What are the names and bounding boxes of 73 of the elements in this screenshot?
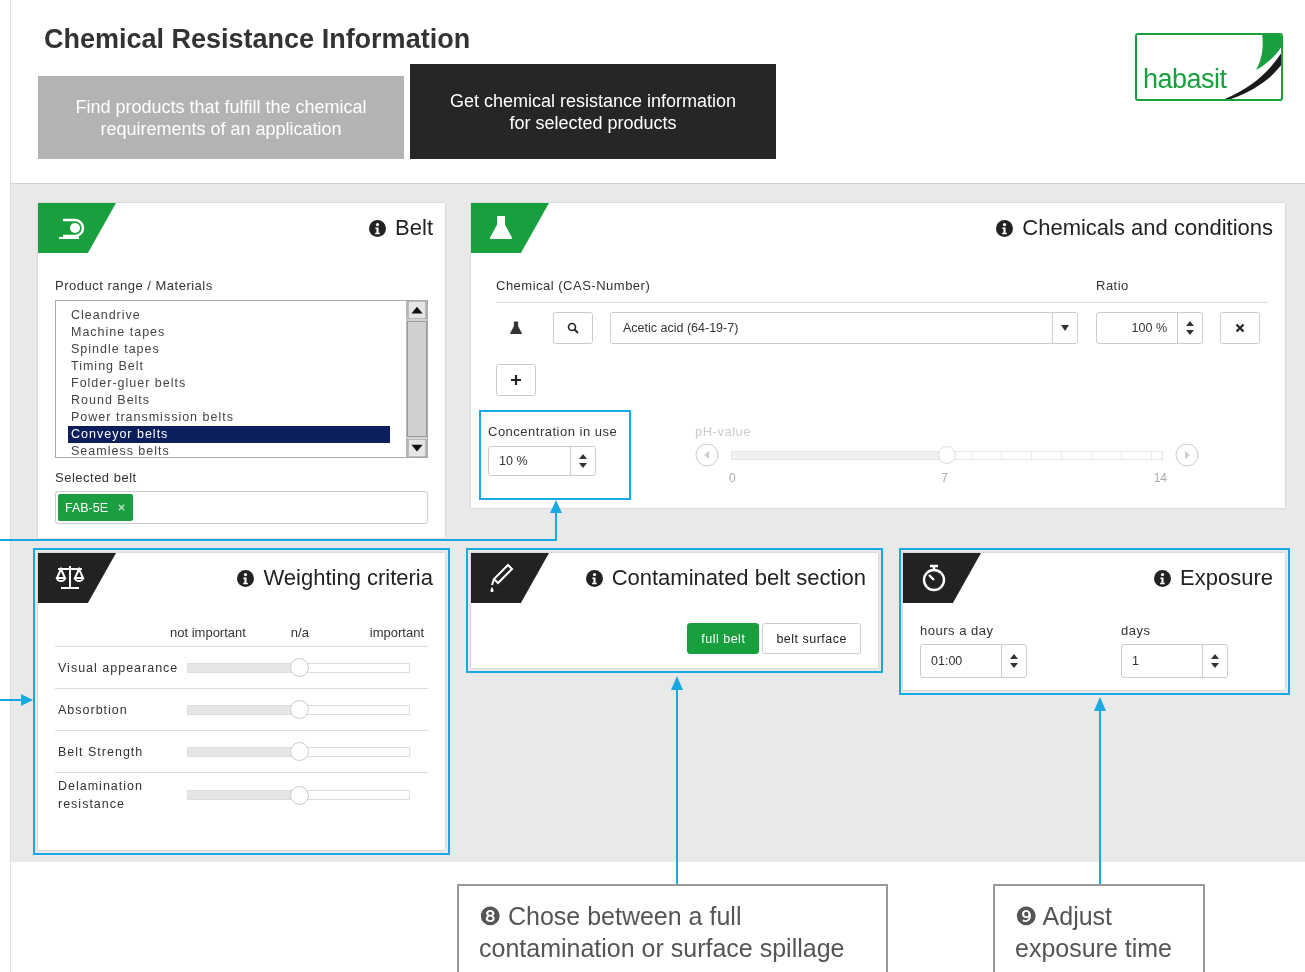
scale-label: not important (170, 625, 246, 640)
slider-thumb[interactable] (290, 700, 309, 719)
concentration-spinner[interactable]: 10 % (488, 446, 596, 476)
panel-title: Belt (395, 215, 433, 241)
panel-title: Contaminated belt section (611, 565, 866, 591)
scale-label: n/a (290, 625, 309, 640)
field-label: hours a day (920, 623, 995, 638)
mode-tab[interactable]: Get chemical resistance information for selected products (410, 64, 776, 159)
page-title: Chemical Resistance Information (43, 23, 472, 56)
list-item[interactable]: Seamless belts (68, 443, 390, 460)
search-icon (567, 322, 579, 334)
scroll-down-icon[interactable] (407, 439, 427, 457)
flask-icon (488, 215, 514, 241)
scale-label: important (369, 625, 424, 640)
field-label: Selected belt (55, 470, 138, 485)
number-spinner[interactable]: 1 (1121, 644, 1228, 678)
dropper-icon (488, 563, 514, 593)
list-item[interactable]: Cleandrive (68, 307, 390, 324)
add-button[interactable] (496, 364, 536, 396)
list-item[interactable]: Spindle tapes (68, 341, 390, 358)
chemical-select[interactable]: Acetic acid (64-19-7) (610, 312, 1078, 344)
ratio-spinner[interactable]: 100 % (1096, 312, 1203, 344)
close-icon[interactable] (117, 503, 127, 512)
product-list[interactable]: Cleandrive Machine tapes Spindle tapes Timing Belt Folder-gluer belts Round Belts Power transmission belts Conveyor belts Seamless belts (55, 300, 428, 458)
info-icon[interactable] (369, 219, 387, 237)
list-item[interactable]: Timing Belt (68, 358, 390, 375)
plus-icon (510, 374, 522, 386)
slider-thumb[interactable] (290, 742, 309, 761)
slider-thumb[interactable] (290, 785, 309, 805)
tick-label: 14 (1153, 471, 1167, 485)
scroll-up-icon[interactable] (407, 301, 427, 319)
info-icon[interactable] (585, 569, 603, 587)
field-label: Concentration in use (488, 424, 619, 439)
field-label: Product range / Materials (55, 278, 214, 293)
panel-title: Weighting criteria (263, 565, 433, 591)
callout-note: ❾ Adjust exposure time (993, 884, 1205, 972)
scrollbar[interactable] (406, 301, 427, 457)
list-item[interactable]: Round Belts (68, 392, 390, 409)
criterion-label: Belt Strength (58, 743, 145, 761)
criterion-label: Delamination resistance (58, 778, 144, 813)
tick-label: 0 (729, 471, 736, 485)
search-button[interactable] (553, 312, 593, 344)
slider-thumb[interactable] (290, 658, 309, 677)
close-icon (1235, 323, 1245, 333)
number-spinner[interactable]: 01:00 (920, 644, 1027, 678)
info-icon[interactable] (996, 219, 1014, 237)
column-header: Ratio (1096, 278, 1129, 293)
callout-note: ❽ Chose between a full contamination or surface spillage (457, 884, 888, 972)
field-label: days (1121, 623, 1152, 638)
panel-title: Exposure (1180, 565, 1273, 591)
tick-label: 7 (941, 471, 948, 485)
caret-down-icon (1061, 325, 1069, 331)
section-option-button[interactable]: belt surface (762, 623, 861, 654)
list-item[interactable]: Conveyor belts (68, 426, 390, 443)
stepper-icon[interactable] (1010, 654, 1018, 668)
column-header: Chemical (CAS-Number) (496, 278, 652, 293)
stepper-icon[interactable] (579, 454, 587, 468)
stepper-icon[interactable] (1186, 321, 1194, 335)
info-icon[interactable] (237, 569, 255, 587)
info-icon[interactable] (1154, 569, 1172, 587)
scale-icon (55, 564, 85, 592)
stopwatch-icon (920, 563, 948, 593)
criterion-label: Absorbtion (58, 701, 129, 719)
logo: habasit (1135, 33, 1283, 101)
criterion-label: Visual appearance (58, 659, 180, 677)
flask-icon (509, 321, 523, 335)
remove-button[interactable] (1220, 312, 1260, 344)
selected-belt-field[interactable]: FAB-5E (55, 491, 428, 524)
panel-title: Chemicals and conditions (1022, 215, 1273, 241)
list-item[interactable]: Power transmission belts (68, 409, 390, 426)
list-item[interactable]: Folder-gluer belts (68, 375, 390, 392)
list-item[interactable]: Machine tapes (68, 324, 390, 341)
stepper-icon[interactable] (1211, 654, 1219, 668)
